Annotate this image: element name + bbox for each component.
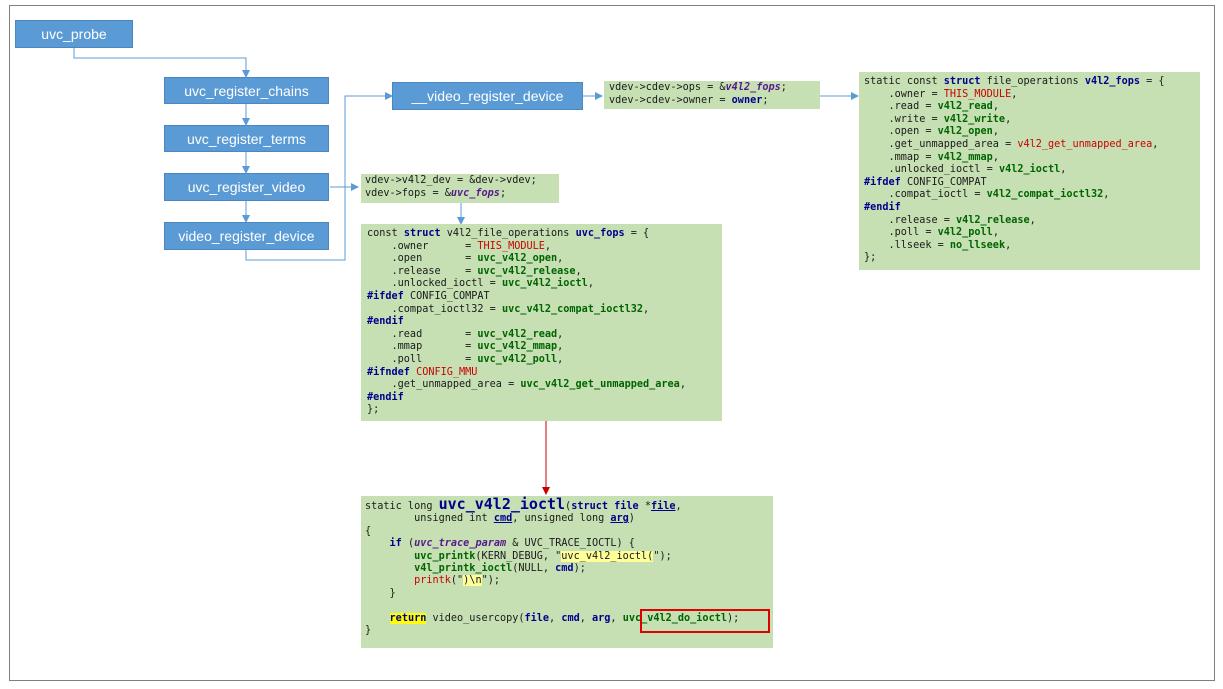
ioctl-if-line: if (uvc_trace_param & UVC_TRACE_IOCTL) { (389, 538, 635, 550)
ioctl-close-brace: } (365, 625, 372, 637)
v4l2-fops-struct: static const struct file_operations v4l2… (859, 72, 1200, 270)
cdev-assign-line-1: vdev->cdev->ops = &v4l2_fops; (609, 82, 787, 93)
v4l2-fops-compat-ioctl: .compat_ioctl = v4l2_compat_ioctl32, (864, 189, 1110, 201)
v4l2-fops-owner: .owner = THIS_MODULE, (864, 88, 1018, 100)
v4l2-fops-read: .read = v4l2_read, (864, 101, 999, 113)
uvc-register-chains-box: uvc_register_chains (164, 77, 329, 104)
v4l2-fops-endif: #endif (864, 201, 901, 213)
uvc-register-video-box: uvc_register_video (164, 173, 329, 201)
v4l2-fops-ifdef: #ifdef CONFIG_COMPAT (864, 176, 987, 188)
ioctl-signature-line-1: static long uvc_v4l2_ioctl(struct file *… (365, 496, 682, 513)
uvc-fops-open: .open = uvc_v4l2_open, (367, 253, 564, 265)
vdev-assign-line-2: vdev->fops = &uvc_fops; (365, 187, 507, 199)
ioctl-printk-line: uvc_printk(KERN_DEBUG, "uvc_v4l2_ioctl("… (414, 550, 672, 562)
cdev-assign-line-2: vdev->cdev->owner = owner; (609, 94, 769, 106)
uvc-fops-ifdef: #ifdef CONFIG_COMPAT (367, 290, 490, 302)
cdev-assign-snippet: vdev->cdev->ops = &v4l2_fops; vdev->cdev… (604, 81, 820, 109)
video-register-device-box: video_register_device (164, 222, 329, 250)
uvc-register-terms-box: uvc_register_terms (164, 125, 329, 152)
vdev-assign-line-1: vdev->v4l2_dev = &dev->vdev; (365, 175, 537, 186)
uvc-fops-mmap: .mmap = uvc_v4l2_mmap, (367, 341, 564, 353)
uvc-fops-decl: const struct v4l2_file_operations uvc_fo… (367, 228, 650, 239)
ioctl-open-brace: { (365, 525, 372, 537)
uvc-fops-compat-ioctl32: .compat_ioctl32 = uvc_v4l2_compat_ioctl3… (367, 303, 650, 315)
vdev-assign-snippet: vdev->v4l2_dev = &dev->vdev; vdev->fops … (361, 174, 559, 203)
uvc-fops-get-unmapped-area: .get_unmapped_area = uvc_v4l2_get_unmapp… (367, 379, 686, 391)
v4l2-fops-mmap: .mmap = v4l2_mmap, (864, 151, 999, 163)
v4l2-fops-llseek: .llseek = no_llseek, (864, 239, 1012, 251)
uvc-fops-struct: const struct v4l2_file_operations uvc_fo… (361, 224, 722, 421)
uvc-fops-read: .read = uvc_v4l2_read, (367, 328, 564, 340)
ioctl-close-if: } (365, 587, 396, 599)
uvc-probe-box: uvc_probe (15, 20, 133, 48)
uvc-fops-release: .release = uvc_v4l2_release, (367, 265, 582, 277)
uvc-fops-ifndef: #ifndef CONFIG_MMU (367, 366, 478, 378)
ioctl-plain-printk-line: printk(")\n"); (414, 575, 500, 587)
uvc-fops-unlocked-ioctl: .unlocked_ioctl = uvc_v4l2_ioctl, (367, 278, 594, 290)
v4l2-fops-write: .write = v4l2_write, (864, 113, 1012, 125)
ioctl-v4l-printk-line: v4l_printk_ioctl(NULL, cmd); (414, 563, 586, 575)
uvc-fops-owner: .owner = THIS_MODULE, (367, 240, 552, 252)
uvc-fops-endif-2: #endif (367, 391, 404, 403)
v4l2-fops-open: .open = v4l2_open, (864, 126, 999, 138)
internal-video-register-device-box: __video_register_device (392, 82, 583, 110)
v4l2-fops-release: .release = v4l2_release, (864, 214, 1036, 226)
v4l2-fops-close: }; (864, 252, 877, 264)
ioctl-signature-line-2: unsigned int cmd, unsigned long arg) (365, 513, 635, 525)
v4l2-fops-unlocked-ioctl: .unlocked_ioctl = v4l2_ioctl, (864, 164, 1067, 176)
do-ioctl-highlight-box (640, 609, 770, 633)
v4l2-fops-get-unmapped-area: .get_unmapped_area = v4l2_get_unmapped_a… (864, 138, 1159, 150)
uvc-fops-poll: .poll = uvc_v4l2_poll, (367, 353, 564, 365)
connector-probe-to-chains (73, 48, 250, 78)
v4l2-fops-decl: static const struct file_operations v4l2… (864, 76, 1165, 87)
v4l2-fops-poll: .poll = v4l2_poll, (864, 227, 999, 239)
uvc-fops-endif-1: #endif (367, 316, 404, 328)
uvc-fops-close: }; (367, 404, 380, 416)
